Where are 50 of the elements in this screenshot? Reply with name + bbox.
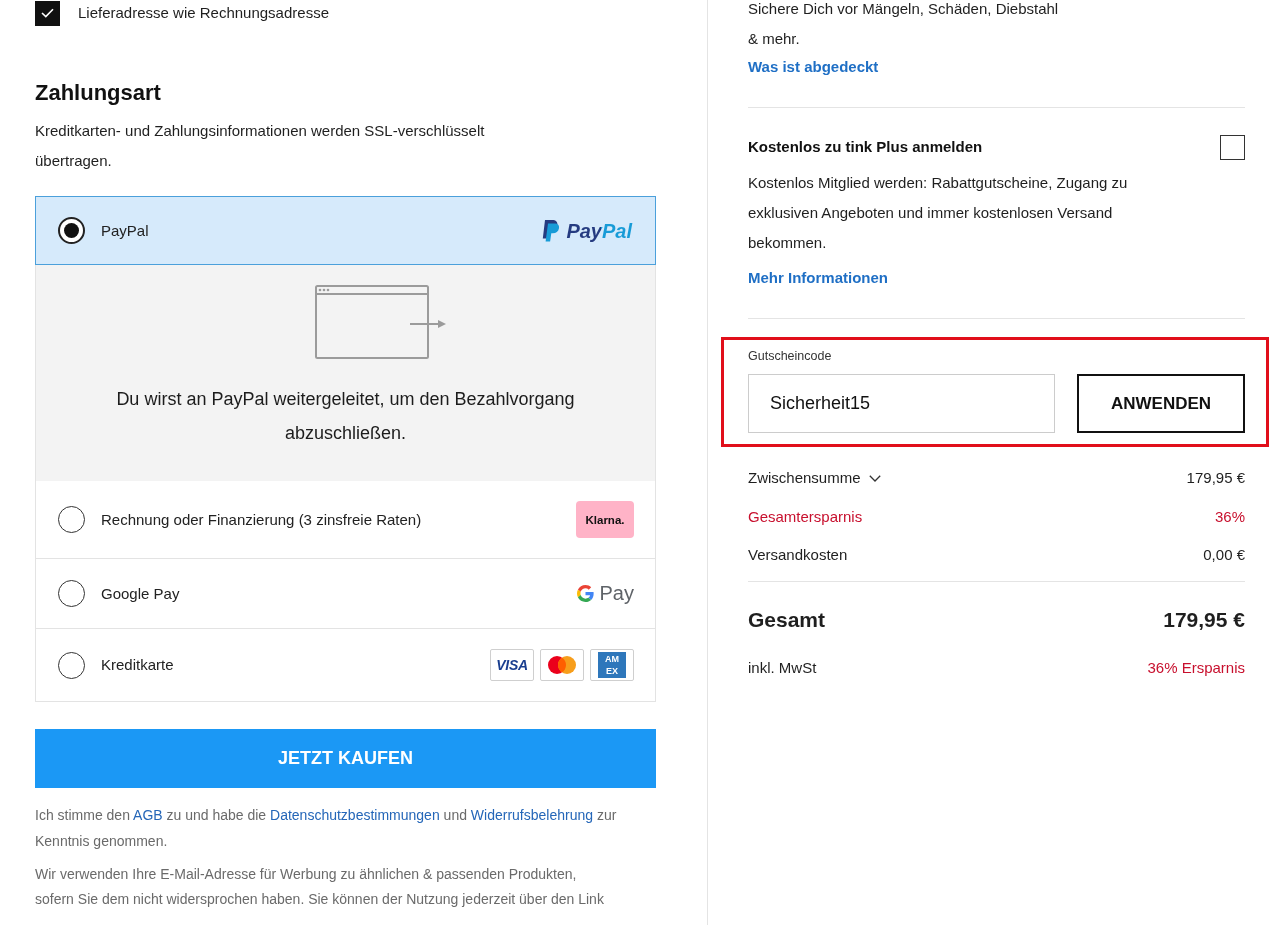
summary-value: 0,00 € [1203,545,1245,566]
checkbox[interactable] [1220,134,1245,160]
radio-button[interactable] [58,217,85,244]
redirect-text: Du wirst an PayPal weitergeleitet, um den Bezahlvorgang abzuschließen. [115,388,576,445]
payment-option[interactable]: Kreditkarte VISA AM EX [35,629,656,702]
inline-link[interactable]: Datenschutzbestimmungen [270,807,440,823]
summary-value: 179,95 € [1186,468,1245,489]
summary-label: Gesamtersparnis [748,506,863,527]
marketing-note: Wir verwenden Ihre E-Mail-Adresse für Werbung zu ähnlichen & passenden Produkten, sofern Sie dem nicht widersprochen haben. Sie können der Nutzung jederzeit über den Link [35,865,605,909]
voucher-input[interactable]: Sicherheit15 [748,374,1055,433]
payment-option-label: Rechnung oder Finanzierung (3 zinsfreie Raten) [101,509,422,530]
payment-option[interactable]: PayPal PayPal [35,196,656,265]
radio-button[interactable] [58,651,85,679]
inline-link[interactable]: AGB [133,807,163,823]
savings-note: 36% Ersparnis [1147,657,1245,678]
membership-text: Kostenlos Mitglied werden: Rabattgutscheine, Zugang zu exklusiven Angeboten und immer kostenlosen Versand bekommen. [748,173,1129,253]
amex-card-logo: AM EX [590,649,634,681]
consent-text: Ich stimme den AGB zu und habe die Datenschutzbestimmungen und Widerrufsbelehrung zur Kenntnis genommen. [35,806,618,851]
summary-value: 36% [1214,506,1245,527]
radio-button[interactable] [58,580,85,607]
payment-option-label: PayPal [101,220,149,241]
more-info-link[interactable]: Mehr Informationen [748,263,888,293]
payment-option[interactable]: Rechnung oder Finanzierung (3 zinsfreie Raten) Klarna. [35,481,656,559]
pay-logo-text: Pay [599,581,634,606]
subtotal-toggle[interactable]: Zwischensumme [748,466,881,491]
checkmark-icon [41,8,54,18]
payment-option[interactable]: Google Pay Pay [35,559,656,629]
g-logo-icon [576,585,594,602]
total-value: 179,95 € [1163,607,1245,632]
checkbox-label: Lieferadresse wie Rechnungsadresse [78,3,329,23]
protection-text: Sichere Dich vor Mängeln, Schäden, Diebstahl & mehr. [748,0,1060,49]
inline-link[interactable]: Widerrufsbelehrung [470,807,593,823]
radio-button[interactable] [58,506,85,533]
summary-label: Versandkosten [748,545,848,566]
visa-card-logo: VISA [490,649,534,681]
checkbox[interactable] [35,0,60,26]
mastercard-icon [540,649,584,681]
klarna-logo: Klarna. [576,501,634,538]
voucher-label: Gutscheincode [748,348,832,364]
paypal-p-icon [542,219,561,242]
membership-title: Kostenlos zu tink Plus anmelden [748,137,983,157]
coverage-link[interactable]: Was ist abgedeckt [748,52,879,82]
total-label: Gesamt [748,607,826,632]
payment-option-label: Google Pay [101,583,180,604]
section-heading: Zahlungsart [35,79,162,107]
security-note: Kreditkarten- und Zahlungsinformationen werden SSL-verschlüsselt übertragen. [35,121,486,171]
tax-note: inkl. MwSt [748,657,817,678]
chevron-down-icon [868,474,881,482]
apply-button[interactable]: ANWENDEN [1077,374,1245,433]
payment-option-label: Kreditkarte [101,655,174,675]
